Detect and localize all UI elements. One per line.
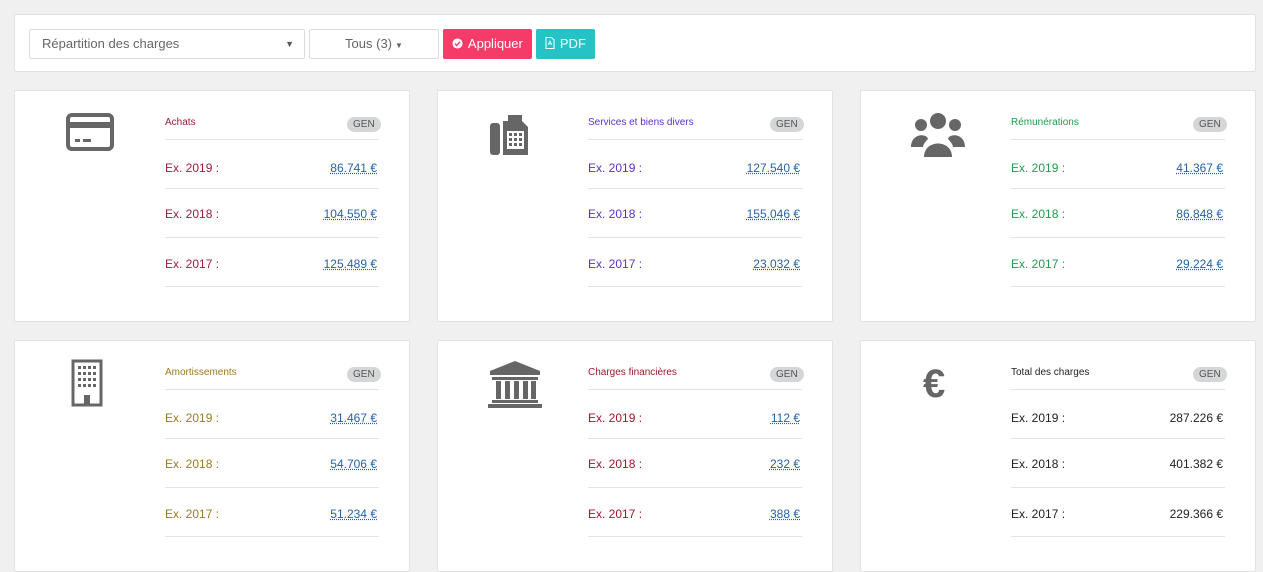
card-total-charges: € Total des charges GEN Ex. 2019 : 287.2… [860,340,1256,572]
divider [588,487,802,488]
card-amortissements: Amortissements GEN Ex. 2019 : 31.467 € E… [14,340,410,572]
divider [165,286,379,287]
row-value-link[interactable]: 29.224 € [1176,257,1223,271]
divider [588,237,802,238]
euro-icon: € [921,361,977,417]
card-title: Rémunérations [1011,117,1079,128]
row-value: 401.382 € [1169,457,1223,471]
chevron-down-icon: ▼ [285,39,294,49]
divider [165,438,379,439]
gen-badge: GEN [347,117,381,132]
divider [588,536,802,537]
row-value-link[interactable]: 86.741 € [330,161,377,175]
toolbar: Répartition des charges ▼ Tous (3) ▼ Appl… [14,14,1256,72]
caret-down-icon: ▼ [395,41,403,50]
divider [588,139,802,140]
card-charges-financieres: Charges financières GEN Ex. 2019 : 112 €… [437,340,833,572]
pdf-button[interactable]: PDF [536,29,595,59]
divider [588,286,802,287]
fax-icon [488,109,544,165]
divider [165,237,379,238]
row-value-link[interactable]: 54.706 € [330,457,377,471]
card-title: Charges financières [588,367,677,378]
row-label: Ex. 2018 : [1011,207,1066,221]
row-label: Ex. 2019 : [1011,411,1066,425]
pdf-button-label: PDF [559,36,586,51]
divider [1011,536,1225,537]
row-label: Ex. 2017 : [165,507,220,521]
divider [588,188,802,189]
divider [165,389,379,390]
divider [1011,438,1225,439]
card-achats: Achats GEN Ex. 2019 : 86.741 € Ex. 2018 … [14,90,410,322]
row-value: 287.226 € [1169,411,1223,425]
filter-dropdown-label: Tous (3) [345,36,393,51]
card-services: Services et biens divers GEN Ex. 2019 : … [437,90,833,322]
divider [1011,487,1225,488]
card-title: Total des charges [1011,367,1090,378]
divider [1011,389,1225,390]
row-value-link[interactable]: 388 € [770,507,800,521]
card-title: Services et biens divers [588,117,694,128]
row-value-link[interactable]: 127.540 € [747,161,800,175]
row-label: Ex. 2018 : [588,457,643,471]
row-value-link[interactable]: 112 € [771,411,800,425]
row-value-link[interactable]: 51.234 € [330,507,377,521]
row-label: Ex. 2017 : [1011,257,1066,271]
row-label: Ex. 2019 : [1011,161,1066,175]
divider [1011,139,1225,140]
building-icon [65,359,121,415]
divider [165,188,379,189]
row-value-link[interactable]: 23.032 € [753,257,800,271]
divider [588,389,802,390]
row-label: Ex. 2018 : [165,457,220,471]
row-value-link[interactable]: 232 € [770,457,800,471]
credit-card-icon [65,109,121,165]
filter-dropdown[interactable]: Tous (3) ▼ [309,29,439,59]
card-title: Achats [165,117,196,128]
chart-type-select-value: Répartition des charges [42,36,180,51]
row-label: Ex. 2019 : [588,161,643,175]
divider [588,438,802,439]
row-value-link[interactable]: 41.367 € [1176,161,1223,175]
divider [1011,237,1225,238]
gen-badge: GEN [1193,367,1227,382]
apply-button-label: Appliquer [467,36,523,51]
divider [165,139,379,140]
row-label: Ex. 2017 : [588,257,643,271]
card-remunerations: Rémunérations GEN Ex. 2019 : 41.367 € Ex… [860,90,1256,322]
gen-badge: GEN [347,367,381,382]
row-label: Ex. 2019 : [588,411,643,425]
gen-badge: GEN [1193,117,1227,132]
file-pdf-icon [545,37,558,51]
divider [165,536,379,537]
card-title: Amortissements [165,367,237,378]
divider [1011,188,1225,189]
row-value-link[interactable]: 31.467 € [330,411,377,425]
row-value-link[interactable]: 86.848 € [1176,207,1223,221]
row-value: 229.366 € [1169,507,1223,521]
row-label: Ex. 2019 : [165,161,220,175]
row-value-link[interactable]: 104.550 € [324,207,377,221]
row-label: Ex. 2018 : [588,207,643,221]
gen-badge: GEN [770,117,804,132]
divider [165,487,379,488]
row-label: Ex. 2017 : [588,507,643,521]
row-label: Ex. 2019 : [165,411,220,425]
bank-icon [488,359,544,415]
users-icon [911,109,967,165]
row-value-link[interactable]: 125.489 € [324,257,377,271]
divider [1011,286,1225,287]
row-label: Ex. 2017 : [1011,507,1066,521]
svg-text:€: € [923,362,945,405]
row-label: Ex. 2018 : [165,207,220,221]
row-value-link[interactable]: 155.046 € [747,207,800,221]
row-label: Ex. 2017 : [165,257,220,271]
check-circle-icon [452,38,466,51]
apply-button[interactable]: Appliquer [443,29,532,59]
row-label: Ex. 2018 : [1011,457,1066,471]
chart-type-select[interactable]: Répartition des charges ▼ [29,29,305,59]
gen-badge: GEN [770,367,804,382]
